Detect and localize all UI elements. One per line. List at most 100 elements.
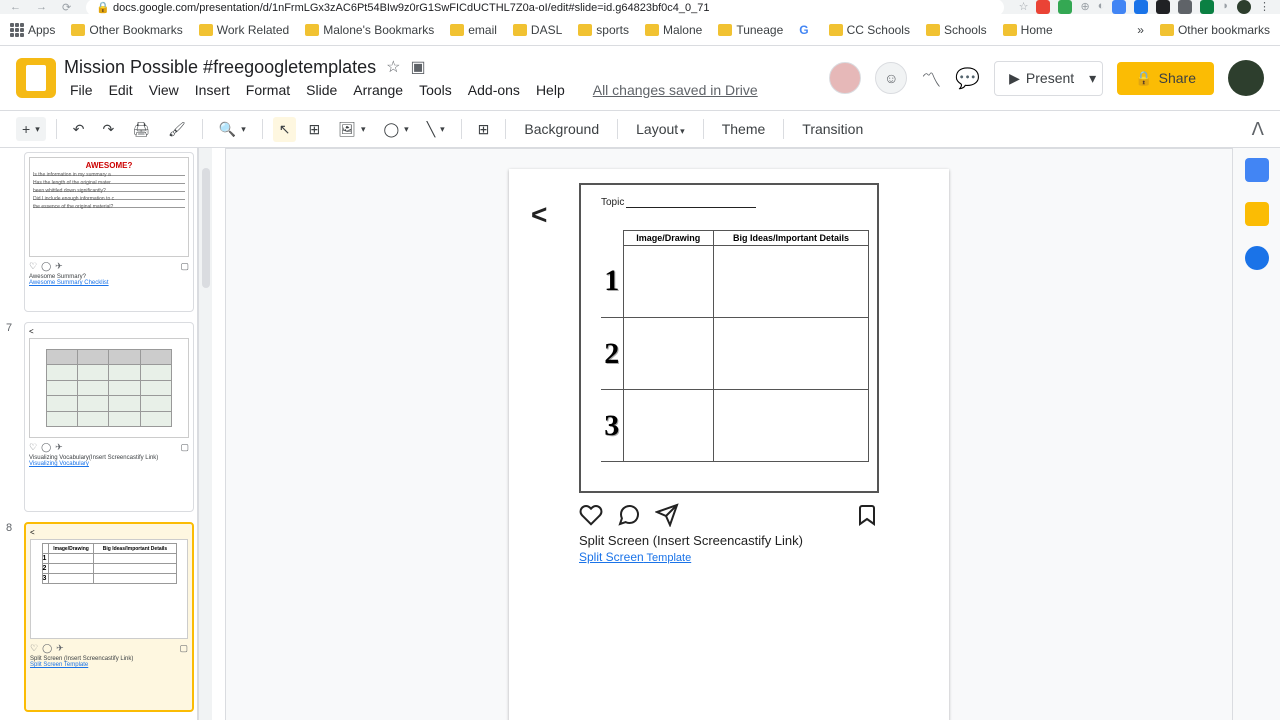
tasks-icon[interactable]: [1245, 246, 1269, 270]
bookmark-folder[interactable]: DASL: [513, 23, 562, 37]
activity-icon[interactable]: 〽: [921, 64, 941, 93]
slide-thumbnail[interactable]: AWESOME? Is the information in my summar…: [24, 152, 194, 312]
back-chevron-icon: <: [531, 199, 547, 231]
menu-slide[interactable]: Slide: [300, 80, 343, 100]
comment-button[interactable]: ⊞: [472, 117, 496, 142]
side-panel: [1232, 148, 1280, 720]
bookmark-folder[interactable]: sports: [578, 23, 629, 37]
bookmark-folder[interactable]: Home: [1003, 23, 1053, 37]
bookmark-folder[interactable]: Schools: [926, 23, 987, 37]
topic-label: Topic: [601, 197, 869, 208]
bookmark-folder[interactable]: Malone: [645, 23, 702, 37]
other-bookmarks[interactable]: Other bookmarks: [1160, 23, 1270, 37]
print-button[interactable]: 🖨: [126, 117, 156, 142]
send-icon: ✈: [56, 643, 64, 654]
forward-arrow-icon[interactable]: →: [36, 1, 47, 13]
worksheet-frame: Topic Image/Drawing Big Ideas/Important …: [579, 183, 879, 493]
bookmark-link[interactable]: G: [799, 23, 812, 37]
comment-icon: ◯: [41, 442, 51, 453]
send-icon: [655, 503, 679, 527]
slide-canvas[interactable]: < Topic Image/Drawing Big Ideas/Importan…: [509, 169, 949, 720]
canvas-area: < Topic Image/Drawing Big Ideas/Importan…: [212, 148, 1232, 720]
menu-help[interactable]: Help: [530, 80, 571, 100]
back-arrow-icon[interactable]: ←: [10, 1, 21, 13]
slide-thumbnail-selected[interactable]: < Image/DrawingBig Ideas/Important Detai…: [24, 522, 194, 712]
column-header: Big Ideas/Important Details: [714, 231, 869, 246]
textbox-button[interactable]: ⊞: [302, 117, 326, 142]
bookmark-icon: ▢: [180, 442, 189, 453]
template-link[interactable]: Split Screen Template: [579, 550, 879, 564]
bookmark-folder[interactable]: Other Bookmarks: [71, 23, 182, 37]
select-tool[interactable]: ↖: [273, 117, 297, 142]
bookmarks-overflow[interactable]: »: [1137, 23, 1144, 37]
browser-nav-bar: ← → ⟳ 🔒 docs.google.com/presentation/d/1…: [0, 0, 1280, 14]
line-button[interactable]: ╲▾: [421, 117, 451, 142]
menu-tools[interactable]: Tools: [413, 80, 458, 100]
slide-filmstrip[interactable]: AWESOME? Is the information in my summar…: [0, 148, 198, 720]
column-header: Image/Drawing: [623, 231, 714, 246]
heart-icon: ♡: [29, 442, 37, 453]
app-header: Mission Possible #freegoogletemplates ☆ …: [0, 46, 1280, 110]
menu-arrange[interactable]: Arrange: [347, 80, 409, 100]
shape-button[interactable]: ◯▾: [378, 117, 415, 142]
bookmark-folder[interactable]: Tuneage: [718, 23, 783, 37]
worksheet-table: Image/Drawing Big Ideas/Important Detail…: [601, 230, 869, 462]
bookmark-icon: [855, 503, 879, 527]
row-number: 2: [601, 318, 623, 390]
bookmark-folder[interactable]: Malone's Bookmarks: [305, 23, 434, 37]
paint-format-button[interactable]: 🖌: [162, 117, 192, 142]
share-button[interactable]: 🔒Share: [1117, 62, 1214, 95]
zoom-button[interactable]: 🔍▾: [213, 117, 252, 142]
comment-icon: ◯: [41, 261, 51, 272]
menu-edit[interactable]: Edit: [103, 80, 139, 100]
bookmark-icon: ▢: [179, 643, 188, 654]
filmstrip-scrollbar[interactable]: [198, 148, 212, 720]
menu-file[interactable]: File: [64, 80, 99, 100]
collaborator-avatar[interactable]: [829, 62, 861, 94]
slides-logo-icon[interactable]: [16, 58, 56, 98]
theme-button[interactable]: Theme: [714, 117, 774, 141]
menu-insert[interactable]: Insert: [189, 80, 236, 100]
send-icon: ✈: [55, 261, 63, 272]
bookmark-folder[interactable]: email: [450, 23, 497, 37]
hide-menus-icon[interactable]: ᐱ: [1252, 119, 1264, 140]
extension-icons[interactable]: ☆ ⊕ ◐ ◗ ⋮: [1019, 0, 1270, 14]
send-icon: ✈: [55, 442, 63, 453]
comments-icon[interactable]: 💬: [955, 66, 980, 91]
bookmarks-bar: Apps Other Bookmarks Work Related Malone…: [0, 14, 1280, 46]
undo-button[interactable]: ↶: [67, 117, 91, 142]
document-title[interactable]: Mission Possible #freegoogletemplates: [64, 57, 376, 78]
transition-button[interactable]: Transition: [794, 117, 871, 141]
keep-icon[interactable]: [1245, 202, 1269, 226]
redo-button[interactable]: ↷: [96, 117, 120, 142]
anonymous-collaborator-icon[interactable]: ☺: [875, 62, 907, 94]
move-to-folder-icon[interactable]: ▣: [411, 57, 426, 77]
slide-thumbnail[interactable]: < ♡◯✈▢ Visualizing Vocabulary(Insert Scr…: [24, 322, 194, 512]
heart-icon: ♡: [30, 643, 38, 654]
layout-button[interactable]: Layout▾: [628, 117, 693, 141]
background-button[interactable]: Background: [516, 117, 607, 141]
menu-format[interactable]: Format: [240, 80, 296, 100]
row-number: 1: [601, 246, 623, 318]
menu-view[interactable]: View: [143, 80, 185, 100]
menu-bar: File Edit View Insert Format Slide Arran…: [64, 80, 821, 100]
bookmark-folder[interactable]: Work Related: [199, 23, 289, 37]
save-status[interactable]: All changes saved in Drive: [587, 80, 764, 100]
new-slide-button[interactable]: +▾: [16, 117, 46, 141]
heart-icon: ♡: [29, 261, 37, 272]
menu-addons[interactable]: Add-ons: [462, 80, 526, 100]
url-bar[interactable]: 🔒 docs.google.com/presentation/d/1nFrmLG…: [86, 0, 1003, 16]
calendar-icon[interactable]: [1245, 158, 1269, 182]
present-button[interactable]: ▶Present: [994, 61, 1089, 96]
account-avatar[interactable]: [1228, 60, 1264, 96]
apps-shortcut[interactable]: Apps: [10, 23, 55, 37]
star-icon[interactable]: ☆: [386, 57, 400, 77]
comment-icon: ◯: [42, 643, 52, 654]
reload-icon[interactable]: ⟳: [62, 1, 71, 14]
slide-number: 8: [6, 522, 12, 534]
slide-caption: Split Screen (Insert Screencastify Link): [579, 533, 879, 548]
present-options-dropdown[interactable]: ▾: [1083, 61, 1103, 96]
bookmark-folder[interactable]: CC Schools: [829, 23, 910, 37]
image-button[interactable]: 🖼▾: [332, 117, 371, 142]
bookmark-icon: ▢: [180, 261, 189, 272]
